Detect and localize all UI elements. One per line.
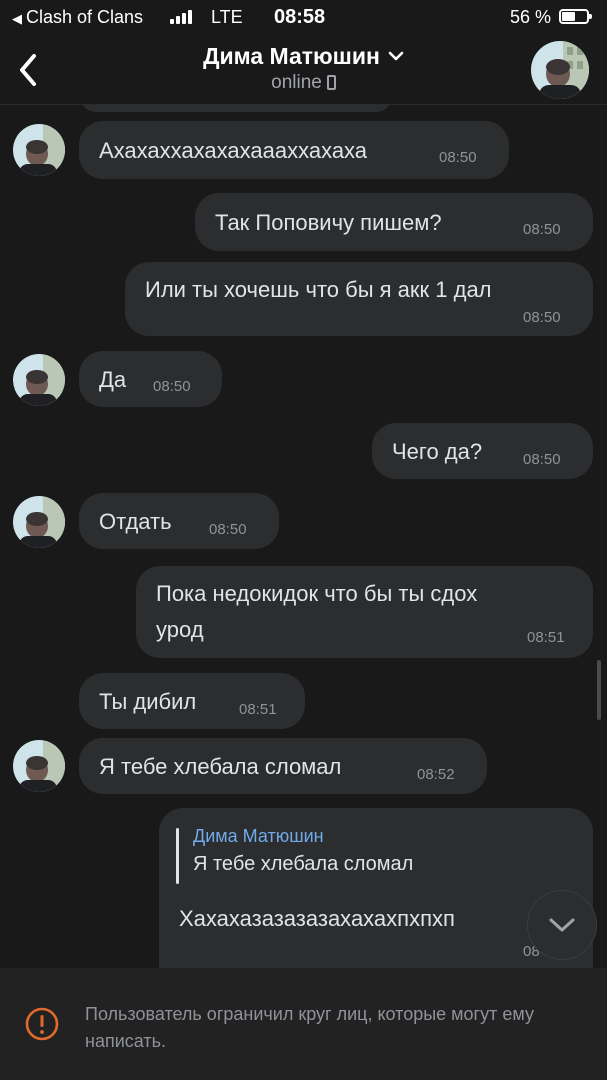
- scrollbar[interactable]: [597, 660, 601, 720]
- restriction-text: Пользователь ограничил круг лиц, которые…: [85, 1004, 534, 1051]
- battery-icon: [559, 9, 592, 24]
- scroll-to-bottom-button[interactable]: [527, 890, 597, 960]
- header-avatar[interactable]: [531, 41, 589, 99]
- warning-icon: [25, 1007, 59, 1041]
- message-text: Я тебе хлебала сломал: [99, 754, 342, 779]
- message-text: Ты дибил: [99, 689, 197, 714]
- message-in[interactable]: Да 08:50: [79, 351, 222, 407]
- reply-author[interactable]: Дима Матюшин: [193, 826, 324, 847]
- message-text-line-2: урод: [156, 617, 204, 642]
- message-text: Или ты хочешь что бы я акк 1 дал: [145, 277, 492, 302]
- partial-message: [80, 104, 392, 112]
- contact-avatar[interactable]: [13, 740, 65, 792]
- message-in[interactable]: Я тебе хлебала сломал 08:52: [79, 738, 487, 794]
- mobile-phone-icon: [326, 75, 336, 90]
- message-time: 08:50: [523, 221, 561, 238]
- message-time: 08:50: [439, 149, 477, 166]
- message-time: 08:50: [209, 521, 247, 538]
- message-feed[interactable]: Ахахаххахахахаааххахаха 08:50 Так Попови…: [0, 104, 607, 968]
- reply-quote-bar: [176, 828, 179, 884]
- message-time: 08:50: [523, 309, 561, 326]
- chevron-down-icon: [549, 918, 575, 932]
- message-time: 08:51: [527, 629, 565, 646]
- battery-fill: [562, 12, 575, 21]
- message-time: 08:50: [523, 451, 561, 468]
- contact-name: Дима Матюшин: [203, 43, 380, 69]
- message-text: Ахахаххахахахаааххахаха: [99, 138, 368, 163]
- contact-avatar[interactable]: [13, 124, 65, 176]
- signal-icon: [170, 10, 192, 24]
- online-label: online: [271, 72, 322, 93]
- contact-avatar[interactable]: [13, 496, 65, 548]
- chevron-down-icon: [388, 40, 404, 67]
- message-text: Чего да?: [392, 439, 483, 464]
- back-to-app-link[interactable]: ◀ Clash of Clans: [12, 7, 143, 28]
- clock: 08:58: [274, 6, 326, 28]
- reply-quoted-text: Я тебе хлебала сломал: [193, 853, 414, 875]
- message-out[interactable]: Пока недокидок что бы ты сдох урод 08:51: [136, 566, 593, 658]
- chat-title[interactable]: Дима Матюшин: [0, 40, 607, 70]
- message-text: Да: [99, 367, 127, 392]
- contact-status: online: [0, 72, 607, 94]
- message-text-line-1: Пока недокидок что бы ты сдох: [156, 581, 478, 606]
- chat-header: Дима Матюшин online: [0, 34, 607, 105]
- message-in[interactable]: Ты дибил 08:51: [79, 673, 305, 729]
- message-out[interactable]: Или ты хочешь что бы я акк 1 дал 08:50: [125, 262, 593, 336]
- network-label: LTE: [211, 7, 243, 27]
- message-time: 08:52: [417, 766, 455, 783]
- message-in[interactable]: Ахахаххахахахаааххахаха 08:50: [79, 121, 509, 179]
- message-text: Так Поповичу пишем?: [215, 210, 442, 235]
- contact-avatar[interactable]: [13, 354, 65, 406]
- back-triangle-icon: ◀: [12, 11, 22, 26]
- message-text: Отдать: [99, 509, 172, 534]
- status-bar: ◀ Clash of Clans LTE 08:58 56 %: [0, 0, 607, 34]
- back-app-label: Clash of Clans: [26, 7, 144, 27]
- restriction-notice: Пользователь ограничил круг лиц, которые…: [0, 968, 607, 1080]
- message-out-reply[interactable]: Дима Матюшин Я тебе хлебала сломал Хахах…: [159, 808, 593, 968]
- message-time: 08:51: [239, 701, 277, 718]
- message-out[interactable]: Так Поповичу пишем? 08:50: [195, 193, 593, 251]
- message-time: 08:50: [153, 378, 191, 395]
- message-out[interactable]: Чего да? 08:50: [372, 423, 593, 479]
- battery-percent: 56 %: [510, 7, 552, 27]
- message-text: Хахахазазазазахахахпхпхп: [179, 906, 455, 931]
- message-in[interactable]: Отдать 08:50: [79, 493, 279, 549]
